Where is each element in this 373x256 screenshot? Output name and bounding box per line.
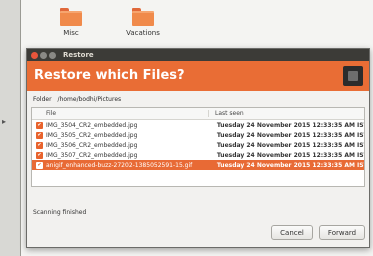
folder-icon bbox=[60, 8, 82, 26]
last-seen: Tuesday 24 November 2015 12:33:35 AM IST bbox=[216, 121, 364, 129]
cancel-button[interactable]: Cancel bbox=[271, 225, 313, 240]
file-list[interactable]: File Last seen ✔ IMG_3504_CR2_embedded.j… bbox=[31, 107, 365, 187]
file-name: IMG_3504_CR2_embedded.jpg bbox=[46, 121, 138, 129]
checkbox[interactable]: ✔ bbox=[36, 141, 43, 149]
checkbox[interactable]: ✔ bbox=[36, 161, 43, 169]
dialog-heading: Restore which Files? bbox=[34, 68, 185, 83]
folder-path: /home/bodhi/Pictures bbox=[57, 95, 122, 103]
file-row-selected[interactable]: ✔ anigif_enhanced-buzz-27202-1385052591-… bbox=[32, 160, 364, 170]
window-title: Restore bbox=[63, 51, 94, 59]
dialog-header: Restore which Files? bbox=[27, 61, 369, 91]
folder-path-row: Folder /home/bodhi/Pictures bbox=[27, 91, 369, 107]
folder-vacations[interactable]: Vacations bbox=[123, 8, 163, 37]
file-row[interactable]: ✔ IMG_3505_CR2_embedded.jpg Tuesday 24 N… bbox=[32, 130, 364, 140]
checkbox[interactable]: ✔ bbox=[36, 121, 43, 129]
last-seen: Tuesday 24 November 2015 12:33:35 AM IST bbox=[216, 161, 364, 169]
folder-label: Misc bbox=[63, 29, 79, 37]
column-header-last-seen[interactable]: Last seen bbox=[208, 110, 244, 117]
last-seen: Tuesday 24 November 2015 12:33:35 AM IST bbox=[216, 131, 364, 139]
folder-misc[interactable]: Misc bbox=[51, 8, 91, 37]
column-header-file[interactable]: File bbox=[32, 110, 208, 117]
folder-label: Folder bbox=[33, 95, 52, 103]
desktop-edge: ▸ bbox=[0, 0, 20, 256]
minimize-icon[interactable] bbox=[40, 51, 47, 59]
folder-icon bbox=[132, 8, 154, 26]
forward-button[interactable]: Forward bbox=[319, 225, 365, 240]
app-icon bbox=[343, 66, 363, 86]
maximize-icon[interactable] bbox=[49, 51, 56, 59]
file-row[interactable]: ✔ IMG_3506_CR2_embedded.jpg Tuesday 24 N… bbox=[32, 140, 364, 150]
file-name: IMG_3506_CR2_embedded.jpg bbox=[46, 141, 138, 149]
list-header: File Last seen bbox=[32, 108, 364, 120]
last-seen: Tuesday 24 November 2015 12:33:35 AM IST bbox=[216, 141, 364, 149]
file-name: IMG_3507_CR2_embedded.jpg bbox=[46, 151, 138, 159]
file-row[interactable]: ✔ IMG_3504_CR2_embedded.jpg Tuesday 24 N… bbox=[32, 120, 364, 130]
restore-dialog: Restore Restore which Files? Folder /hom… bbox=[26, 48, 370, 248]
checkbox[interactable]: ✔ bbox=[36, 131, 43, 139]
expander-arrow[interactable]: ▸ bbox=[2, 117, 6, 126]
file-name: anigif_enhanced-buzz-27202-1385052591-15… bbox=[46, 161, 193, 169]
window-titlebar[interactable]: Restore bbox=[27, 49, 369, 61]
checkbox[interactable]: ✔ bbox=[36, 151, 43, 159]
status-text: Scanning finished bbox=[33, 209, 87, 216]
close-icon[interactable] bbox=[31, 51, 38, 59]
folder-label: Vacations bbox=[126, 29, 160, 37]
file-row[interactable]: ✔ IMG_3507_CR2_embedded.jpg Tuesday 24 N… bbox=[32, 150, 364, 160]
file-name: IMG_3505_CR2_embedded.jpg bbox=[46, 131, 138, 139]
last-seen: Tuesday 24 November 2015 12:33:35 AM IST bbox=[216, 151, 364, 159]
